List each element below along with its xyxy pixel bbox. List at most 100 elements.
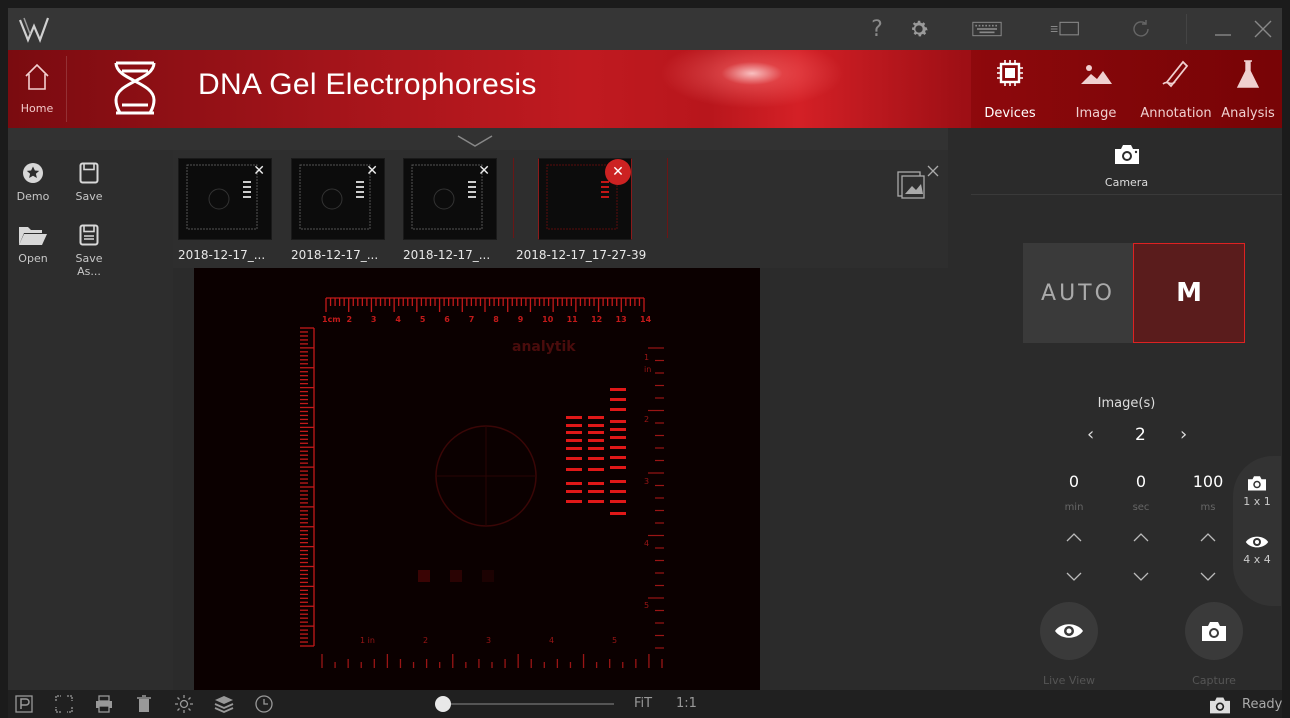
tab-devices-label: Devices	[984, 106, 1036, 121]
bottom-ruler-number: 1 in	[360, 636, 375, 645]
trash-icon[interactable]	[134, 694, 154, 714]
top-ruler-number: 11	[567, 315, 579, 324]
gel-band	[566, 431, 582, 434]
one-to-one-button[interactable]: 1:1	[676, 696, 697, 711]
right-ruler-unit: in	[644, 365, 651, 374]
brightness-icon[interactable]	[174, 694, 194, 714]
tab-analysis[interactable]: Analysis	[1218, 50, 1278, 128]
fullscreen-icon[interactable]	[54, 694, 74, 714]
capture-button[interactable]	[1185, 602, 1243, 660]
thumbnail[interactable]: ✕	[403, 158, 497, 240]
bottom-ruler-number: 5	[612, 636, 617, 645]
tab-annotation[interactable]: Annotation	[1136, 50, 1216, 128]
minimize-icon[interactable]	[1208, 16, 1238, 42]
exposure-sec-label: sec	[1132, 502, 1150, 513]
gel-band	[610, 500, 626, 503]
gel-band	[566, 416, 582, 419]
gel-band	[610, 512, 626, 515]
home-button[interactable]: Home	[8, 50, 66, 128]
gel-band	[566, 447, 582, 450]
display-mode-icon[interactable]	[1050, 16, 1080, 42]
sec-down-icon[interactable]	[1111, 570, 1171, 584]
refresh-icon[interactable]	[1126, 16, 1156, 42]
close-icon[interactable]	[1248, 16, 1278, 42]
gel-band	[588, 500, 604, 503]
exposure-min-value[interactable]: 0	[1044, 472, 1104, 491]
exposure-sec-value[interactable]: 0	[1111, 472, 1171, 491]
keyboard-icon[interactable]	[972, 16, 1002, 42]
thumbnail-selection-edge	[513, 158, 514, 238]
title-bar: ?	[8, 8, 1282, 50]
images-decrease-icon[interactable]: ‹	[1087, 424, 1094, 445]
gel-band	[588, 416, 604, 419]
ms-down-icon[interactable]	[1178, 570, 1238, 584]
open-button[interactable]: Open	[10, 224, 56, 265]
live-view-button[interactable]	[1040, 602, 1098, 660]
tab-image[interactable]: Image	[1071, 50, 1121, 128]
top-ruler-number: 2	[346, 315, 352, 324]
binning-1x1-button[interactable]: 1 x 1	[1233, 474, 1281, 508]
gel-band	[610, 436, 626, 439]
save-label: Save	[75, 190, 103, 203]
close-all-images-icon[interactable]	[896, 164, 942, 200]
exposure-ms-label: ms	[1200, 502, 1216, 513]
layers-icon[interactable]	[214, 694, 234, 714]
file-toolbar: Demo Save Open Save As...	[8, 150, 173, 690]
print-icon[interactable]	[94, 694, 114, 714]
tab-image-label: Image	[1075, 106, 1117, 121]
image-viewer[interactable]: 1cm 2 3 4 5 6 7 8 9 10 11 12 13 14 1 in 2 3 4 5 1 2 3 4 5 in a…	[194, 268, 760, 690]
images-label: Image(s)	[1097, 396, 1156, 411]
titlebar-divider	[1186, 14, 1187, 44]
save-button[interactable]: Save	[66, 162, 112, 203]
save-as-icon	[79, 224, 99, 246]
thumbnail-close-icon[interactable]: ✕	[366, 163, 378, 179]
bottom-toolbar: FiT 1:1 Ready	[8, 690, 1282, 718]
camera-tab[interactable]: Camera	[971, 128, 1282, 195]
right-ruler-number: 3	[644, 477, 649, 486]
images-increase-icon[interactable]: ›	[1180, 424, 1187, 445]
gel-band	[610, 466, 626, 469]
clock-icon[interactable]	[254, 694, 274, 714]
chevron-down-icon[interactable]	[455, 134, 495, 148]
open-label: Open	[18, 252, 48, 265]
flask-icon	[1236, 60, 1260, 88]
top-ruler-number: 5	[420, 315, 426, 324]
dna-icon	[114, 61, 156, 115]
binning-panel: 1 x 1 4 x 4	[1233, 456, 1281, 606]
thumbnail-close-icon[interactable]: ✕	[253, 163, 265, 179]
exposure-min-label: min	[1064, 502, 1084, 513]
right-ruler-number: 4	[644, 539, 649, 548]
top-ruler-number: 13	[616, 315, 627, 324]
app-logo-icon	[18, 17, 50, 43]
gel-band	[566, 457, 582, 460]
gel-band	[588, 447, 604, 450]
tab-devices[interactable]: Devices	[971, 50, 1049, 128]
gel-band	[588, 457, 604, 460]
help-icon[interactable]: ?	[862, 16, 892, 42]
binning-4x4-button[interactable]: 4 x 4	[1233, 534, 1281, 566]
sec-up-icon[interactable]	[1111, 530, 1171, 544]
demo-button[interactable]: Demo	[10, 162, 56, 203]
home-icon	[25, 63, 49, 90]
thumbnail[interactable]: ✕	[291, 158, 385, 240]
auto-button[interactable]: AUTO	[1023, 243, 1133, 343]
zoom-slider-track[interactable]	[438, 703, 614, 705]
zoom-slider-handle[interactable]	[435, 696, 451, 712]
min-down-icon[interactable]	[1044, 570, 1104, 584]
fit-button[interactable]: FiT	[634, 696, 652, 711]
thumbnail[interactable]: ✕	[178, 158, 272, 240]
parking-icon[interactable]	[14, 694, 34, 714]
ms-up-icon[interactable]	[1178, 530, 1238, 544]
gel-band	[610, 490, 626, 493]
top-ruler-number: 10	[542, 315, 554, 324]
exposure-ms-value[interactable]: 100	[1178, 472, 1238, 491]
eye-small-icon	[1245, 536, 1269, 548]
save-as-button[interactable]: Save As...	[66, 224, 112, 278]
thumbnail-selected[interactable]: ✕	[538, 158, 632, 240]
min-up-icon[interactable]	[1044, 530, 1104, 544]
camera-small-icon	[1248, 476, 1266, 491]
thumbnail-close-icon[interactable]: ✕	[478, 163, 490, 179]
manual-button[interactable]: M	[1133, 243, 1245, 343]
gear-icon[interactable]	[904, 16, 934, 42]
thumbnail-close-icon[interactable]: ✕	[605, 159, 631, 185]
